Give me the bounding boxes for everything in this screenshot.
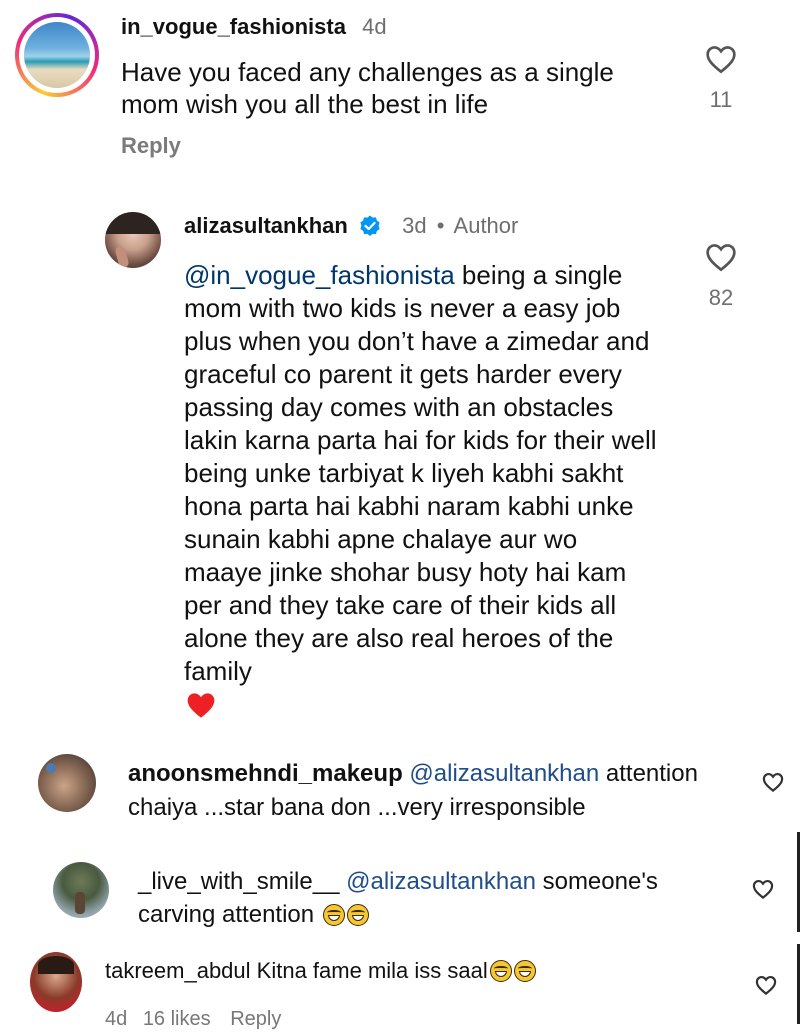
mention-link[interactable]: @alizasultankhan — [346, 868, 536, 895]
author-label: Author — [453, 213, 519, 238]
mention-link[interactable]: @in_vogue_fashionista — [184, 260, 455, 290]
like-count: 16 likes — [142, 1008, 211, 1030]
tears-of-joy-emoji — [346, 904, 369, 926]
tears-of-joy-emoji — [489, 960, 512, 982]
comment-text: @in_vogue_fashionista being a single mom… — [184, 259, 662, 688]
like-count: 11 — [709, 87, 733, 112]
heart-outline-icon[interactable] — [705, 44, 737, 74]
username[interactable]: in_vogue_fashionista — [121, 14, 346, 39]
heart-outline-icon[interactable] — [752, 879, 774, 899]
avatar[interactable] — [30, 952, 82, 1012]
heart-outline-icon[interactable] — [705, 242, 737, 272]
timestamp: 3d — [402, 213, 427, 238]
timestamp: 4d — [362, 14, 387, 39]
comment-text-line2: carving attention — [138, 901, 315, 928]
avatar[interactable] — [105, 212, 161, 268]
avatar[interactable] — [38, 754, 96, 812]
avatar[interactable] — [15, 13, 99, 97]
timestamp: 4d — [105, 1008, 128, 1030]
username[interactable]: _live_with_smile__ — [138, 868, 339, 895]
tears-of-joy-emoji — [513, 960, 536, 982]
comment-text-line2: chaiya ...star bana don ...very irrespon… — [128, 794, 586, 821]
reply-button[interactable]: Reply — [230, 1008, 281, 1030]
heart-outline-icon[interactable] — [762, 772, 784, 792]
verified-badge-icon — [360, 215, 380, 236]
reply-button[interactable]: Reply — [121, 133, 181, 159]
heart-outline-icon[interactable] — [755, 975, 777, 995]
red-heart-emoji — [187, 693, 215, 718]
comment-text: Have you faced any challenges as a singl… — [121, 57, 614, 119]
like-count: 82 — [708, 285, 734, 310]
comment-text: Kitna fame mila iss saal — [250, 958, 488, 983]
username[interactable]: takreem_abdul — [105, 958, 251, 983]
avatar[interactable] — [53, 862, 109, 918]
tears-of-joy-emoji — [322, 904, 345, 926]
separator: • — [436, 213, 445, 238]
comment-body: being a single mom with two kids is neve… — [184, 260, 657, 686]
mention-link[interactable]: @alizasultankhan — [409, 760, 599, 787]
comment-text: someone's — [535, 868, 658, 895]
username[interactable]: anoonsmehndi_makeup — [128, 760, 403, 787]
username[interactable]: alizasultankhan — [184, 213, 348, 238]
comment-text: attention — [599, 760, 698, 787]
